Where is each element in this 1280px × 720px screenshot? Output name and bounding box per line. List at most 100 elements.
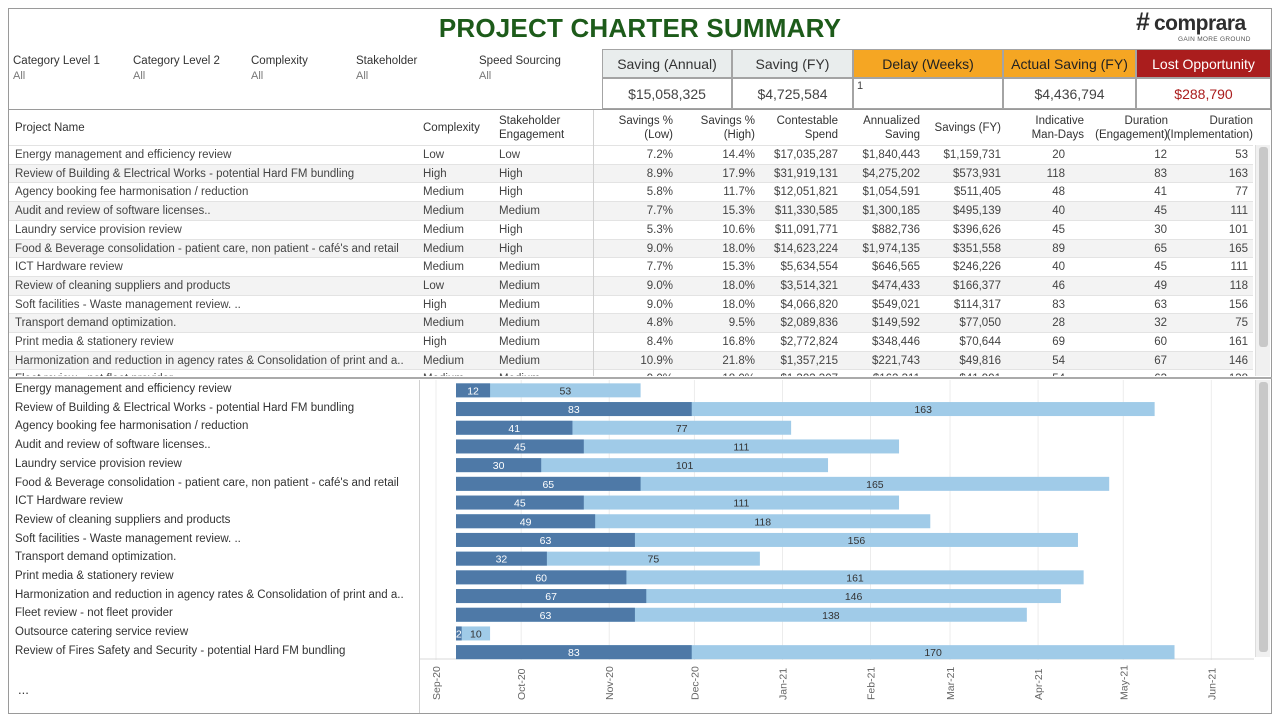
table-row[interactable]: Food & Beverage consolidation - patient … — [9, 238, 1253, 258]
gantt-row-label[interactable]: Energy management and efficiency review — [15, 380, 420, 399]
cell-complexity: Low — [423, 279, 445, 292]
axis-tick-label: Nov-20 — [604, 666, 616, 700]
table-row[interactable]: Fleet review - not fleet providerMediumM… — [9, 369, 1253, 376]
col-man-days[interactable]: Indicative Man-Days — [1019, 110, 1084, 146]
cell-project-name: Agency booking fee harmonisation / reduc… — [15, 186, 249, 199]
gantt-row-label[interactable]: Print media & stationery review — [15, 567, 420, 586]
gantt-row-label[interactable]: Review of Building & Electrical Works - … — [15, 399, 420, 418]
table-row[interactable]: Soft facilities - Waste management revie… — [9, 294, 1253, 314]
gantt-row-label[interactable]: Harmonization and reduction in agency ra… — [15, 586, 420, 605]
cell-stakeholder: Medium — [499, 298, 540, 311]
col-savings-low[interactable]: Savings % (Low) — [605, 110, 673, 146]
table-row[interactable]: Agency booking fee harmonisation / reduc… — [9, 182, 1253, 201]
cell-duration-implementation: 138 — [1170, 370, 1248, 376]
cell-project-name: Laundry service provision review — [15, 223, 182, 236]
cell-contestable-spend: $12,051,821 — [774, 186, 838, 199]
gantt-row-label[interactable]: Outsource catering service review — [15, 623, 420, 642]
table-row[interactable]: Audit and review of software licenses.. M… — [9, 201, 1253, 220]
filter-category-level-2[interactable]: Category Level 2 All — [133, 55, 220, 82]
col-annualized-saving[interactable]: Annualized Saving — [847, 110, 920, 146]
cell-savings-low: 9.0% — [605, 370, 673, 376]
gantt-bar-group[interactable]: 65 165 — [456, 476, 1110, 491]
col-savings-fy[interactable]: Savings (FY) — [923, 110, 1001, 146]
gantt-bar-group[interactable]: 83 170 — [456, 645, 1175, 660]
cell-contestable-spend: $11,091,771 — [774, 223, 838, 236]
axis-tick-label: Jan-21 — [777, 668, 789, 700]
gantt-scrollbar[interactable] — [1255, 380, 1270, 657]
cell-savings-fy: $495,139 — [953, 205, 1001, 218]
gantt-bar-group[interactable]: 60 161 — [456, 570, 1084, 585]
gantt-bar-group[interactable]: 12 53 — [456, 383, 641, 398]
engagement-label: 60 — [535, 572, 547, 584]
table-scrollbar[interactable] — [1255, 145, 1270, 376]
gantt-row-label[interactable]: Food & Beverage consolidation - patient … — [15, 474, 420, 493]
cell-savings-low: 8.9% — [646, 167, 673, 180]
col-savings-high[interactable]: Savings % (High) — [681, 110, 755, 146]
kpi-saving-annual-label: Saving (Annual) — [602, 49, 732, 78]
gantt-row-label[interactable]: Audit and review of software licenses.. — [15, 436, 420, 455]
col-stakeholder-engagement[interactable]: Stakeholder Engagement — [499, 110, 591, 146]
gantt-bar-group[interactable]: 63 156 — [456, 532, 1078, 547]
filter-complexity[interactable]: Complexity All — [251, 55, 308, 82]
filter-value[interactable]: All — [479, 70, 561, 82]
cell-complexity: Medium — [423, 370, 493, 376]
cell-savings-fy: $166,377 — [953, 279, 1001, 292]
gantt-bar-group[interactable]: 83 163 — [456, 402, 1155, 417]
gantt-bar-group[interactable]: 49 118 — [456, 514, 931, 529]
table-row[interactable]: ICT Hardware review Medium Medium 7.7% 15.3%… — [9, 257, 1253, 276]
filter-category-level-1[interactable]: Category Level 1 All — [13, 55, 100, 82]
cell-stakeholder: Medium — [499, 279, 540, 292]
gantt-bar-group[interactable]: 63 138 — [456, 607, 1027, 622]
table-row[interactable]: Transport demand optimization. Medium Medi… — [9, 313, 1253, 332]
gantt-bar-group[interactable]: 45 111 — [456, 495, 900, 510]
cell-duration-engagement: 12 — [1154, 149, 1167, 161]
filter-value[interactable]: All — [13, 70, 100, 82]
cell-man-days: 28 — [1052, 317, 1065, 330]
cell-stakeholder: Medium — [499, 261, 540, 274]
comprara-logo: # comprara GAIN MORE GROUND — [1136, 10, 1270, 46]
cell-duration-implementation: 111 — [1230, 261, 1248, 274]
filter-stakeholder[interactable]: Stakeholder All — [356, 55, 417, 82]
gantt-row-label[interactable]: Agency booking fee harmonisation / reduc… — [15, 417, 420, 436]
table-row[interactable]: Harmonization and reduction in agency ra… — [9, 350, 1253, 370]
col-project-name[interactable]: Project Name — [15, 110, 315, 146]
gantt-scrollbar-thumb[interactable] — [1259, 382, 1268, 652]
gantt-row-label[interactable]: Laundry service provision review — [15, 455, 420, 474]
table-scrollbar-thumb[interactable] — [1259, 147, 1268, 347]
table-row[interactable]: Print media & stationery review High Mediu… — [9, 332, 1253, 351]
gantt-bar-group[interactable]: 41 77 — [456, 420, 792, 435]
table-row[interactable]: Energy management and efficiency review L… — [9, 145, 1253, 164]
delay-weeks-input[interactable]: 1 — [853, 78, 1003, 109]
filter-value[interactable]: All — [251, 70, 308, 82]
gantt-row-label[interactable]: Fleet review - not fleet provider — [15, 604, 420, 623]
table-row[interactable]: Review of Building & Electrical Works - … — [9, 163, 1253, 183]
cell-project-name: Audit and review of software licenses.. — [15, 205, 211, 218]
project-table-header: Project Name Complexity Stakeholder Enga… — [9, 110, 1253, 146]
col-duration-engagement[interactable]: Duration (Engagement) — [1089, 110, 1168, 146]
gantt-bar-group[interactable]: 32 75 — [456, 551, 760, 566]
engagement-label: 67 — [545, 591, 557, 603]
cell-complexity: Medium — [423, 317, 464, 330]
gantt-row-label[interactable]: ICT Hardware review — [15, 492, 420, 511]
filter-speed-sourcing[interactable]: Speed Sourcing All — [479, 55, 561, 82]
gantt-row-label[interactable]: Review of Fires Safety and Security - po… — [15, 642, 420, 661]
kpi-actual-saving-value: $4,436,794 — [1003, 78, 1136, 109]
column-divider — [593, 110, 594, 376]
gantt-row-label[interactable]: Transport demand optimization. — [15, 548, 420, 567]
logo-name: comprara — [1154, 12, 1246, 35]
gantt-bar-group[interactable]: 67 146 — [456, 589, 1061, 604]
gantt-bar-group[interactable]: 2 10 — [456, 626, 491, 641]
col-contestable-spend[interactable]: Contestable Spend — [761, 110, 838, 146]
col-complexity[interactable]: Complexity — [423, 110, 493, 146]
axis-tick-label: Mar-21 — [945, 667, 957, 700]
axis-tick-label: Apr-21 — [1033, 668, 1045, 700]
gantt-bar-group[interactable]: 45 111 — [456, 439, 900, 454]
filter-value[interactable]: All — [133, 70, 220, 82]
col-duration-implementation[interactable]: Duration (Implementation) — [1167, 110, 1253, 146]
table-row[interactable]: Laundry service provision review Medium Hi… — [9, 219, 1253, 239]
gantt-bar-group[interactable]: 30 101 — [456, 458, 829, 473]
gantt-row-label[interactable]: Soft facilities - Waste management revie… — [15, 530, 420, 549]
filter-value[interactable]: All — [356, 70, 417, 82]
table-row[interactable]: Review of cleaning suppliers and product… — [9, 275, 1253, 295]
gantt-row-label[interactable]: Review of cleaning suppliers and product… — [15, 511, 420, 530]
